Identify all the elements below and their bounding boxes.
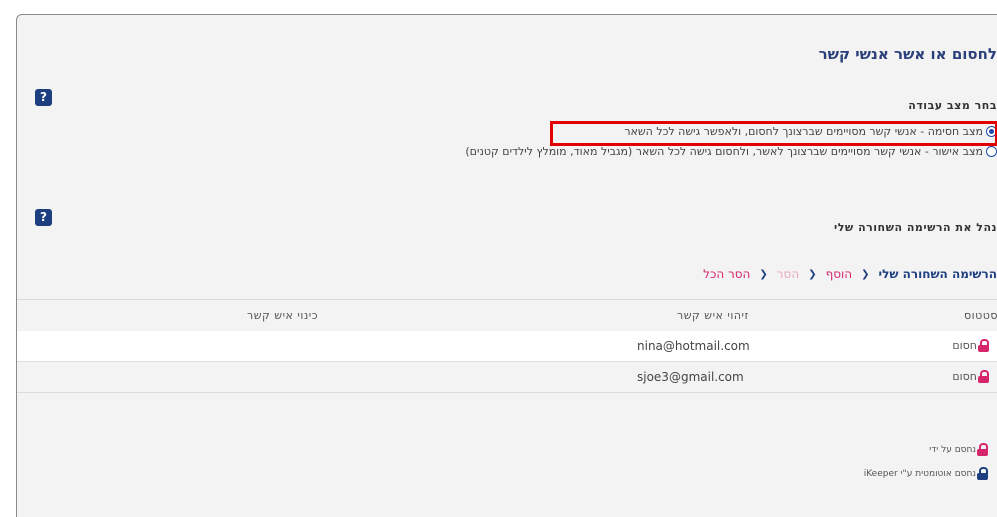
legend-blocked-by-me: נחסם על ידי — [929, 443, 997, 456]
table-row[interactable]: חסום nina@hotmail.com — [17, 331, 997, 361]
lock-icon — [977, 370, 990, 383]
contact-id-cell: nina@hotmail.com — [637, 339, 750, 353]
table-row[interactable]: חסום sjoe3@gmail.com — [17, 362, 997, 392]
help-icon[interactable]: ? — [35, 89, 52, 106]
status-cell: חסום — [952, 339, 997, 352]
allow-mode-radio[interactable] — [986, 146, 997, 157]
chevron-left-icon: ❮ — [759, 268, 768, 280]
allow-mode-option[interactable]: מצב אישור - אנשי קשר מסויימים שברצונך לא… — [465, 145, 997, 158]
lock-icon — [977, 339, 990, 352]
remove-button[interactable]: הסר — [777, 267, 799, 281]
legend-label: נחסם על ידי — [929, 444, 976, 455]
blacklist-toolbar: הרשימה השחורה שלי ❮ הוסף ❮ הסר ❮ הסר הכל — [703, 267, 997, 281]
remove-all-button[interactable]: הסר הכל — [703, 267, 750, 281]
lock-icon — [976, 443, 989, 456]
help-icon[interactable]: ? — [35, 209, 52, 226]
blacklist-label: נהל את הרשימה השחורה שלי — [834, 221, 997, 234]
status-cell: חסום — [952, 370, 997, 383]
tab-my-blacklist[interactable]: הרשימה השחורה שלי — [879, 267, 997, 281]
column-contact-id[interactable]: זיהוי איש קשר — [677, 309, 749, 322]
divider — [17, 392, 997, 393]
chevron-left-icon: ❮ — [861, 268, 870, 280]
lock-icon — [976, 467, 989, 480]
table-header: סטטוס זיהוי איש קשר כינוי איש קשר — [17, 299, 997, 331]
status-text: חסום — [952, 339, 977, 352]
status-text: חסום — [952, 370, 977, 383]
content-frame: לחסום או אשר אנשי קשר ? בחר מצב עבודה מצ… — [16, 14, 997, 517]
highlight-box — [550, 121, 997, 146]
work-mode-label: בחר מצב עבודה — [908, 99, 997, 112]
chevron-left-icon: ❮ — [808, 268, 817, 280]
legend-label: נחסם אוטומטית ע"י iKeeper — [863, 468, 976, 479]
page-title: לחסום או אשר אנשי קשר — [818, 45, 997, 63]
legend-blocked-auto: נחסם אוטומטית ע"י iKeeper — [864, 467, 997, 480]
allow-mode-label: מצב אישור - אנשי קשר מסויימים שברצונך לא… — [465, 145, 983, 158]
contact-id-cell: sjoe3@gmail.com — [637, 370, 744, 384]
column-status[interactable]: סטטוס — [964, 309, 997, 322]
add-button[interactable]: הוסף — [826, 267, 853, 281]
column-contact-nick[interactable]: כינוי איש קשר — [247, 309, 318, 322]
